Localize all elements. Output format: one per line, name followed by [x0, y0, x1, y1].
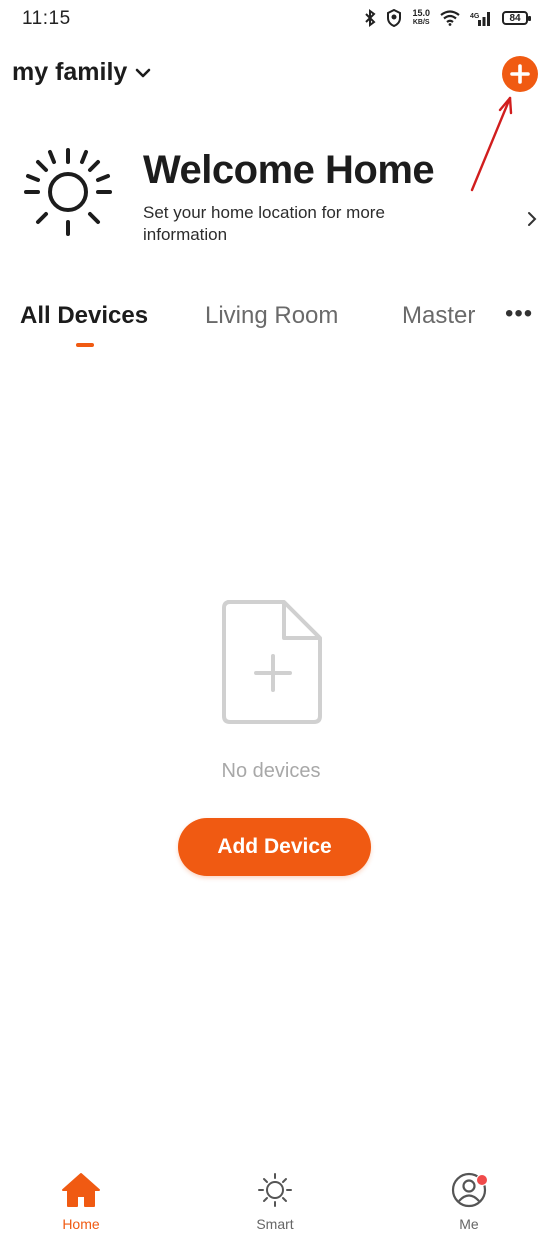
tab-living-room[interactable]: Living Room — [205, 302, 338, 330]
tabs-more-button[interactable]: ••• — [505, 300, 533, 328]
nav-me[interactable]: Me — [424, 1172, 514, 1232]
cellular-signal-icon: 4G — [470, 12, 490, 26]
welcome-subtitle[interactable]: Set your home location for more informat… — [143, 202, 473, 246]
svg-text:4G: 4G — [470, 13, 480, 20]
tab-active-indicator — [76, 343, 94, 347]
add-button[interactable] — [502, 56, 538, 92]
nav-smart[interactable]: Smart — [230, 1172, 320, 1232]
document-plus-icon — [222, 600, 322, 724]
sun-icon — [24, 148, 112, 236]
plus-icon — [510, 64, 530, 84]
notification-badge — [476, 1174, 488, 1186]
battery-indicator: 84 — [502, 11, 531, 25]
annotation-arrow — [470, 96, 513, 192]
location-shield-icon — [387, 9, 402, 27]
tab-master[interactable]: Master — [402, 302, 475, 330]
status-icons: 15.0 KB/S 4G 84 — [364, 9, 531, 27]
chevron-down-icon — [136, 68, 151, 77]
chevron-right-icon[interactable] — [526, 210, 538, 228]
network-speed: 15.0 KB/S — [412, 9, 430, 27]
nav-smart-label: Smart — [256, 1216, 294, 1232]
family-selector[interactable]: my family — [12, 58, 151, 87]
empty-state-message: No devices — [221, 760, 321, 782]
sun-outline-icon — [258, 1173, 292, 1207]
tab-all-devices[interactable]: All Devices — [20, 302, 148, 330]
welcome-title: Welcome Home — [143, 148, 435, 192]
net-speed-unit: KB/S — [412, 19, 430, 26]
family-label: my family — [12, 58, 128, 86]
add-device-button[interactable]: Add Device — [178, 818, 371, 876]
status-time: 11:15 — [22, 8, 71, 29]
wifi-icon — [440, 10, 460, 26]
net-speed-value: 15.0 — [412, 8, 430, 18]
house-icon — [62, 1173, 100, 1207]
nav-home-label: Home — [62, 1216, 100, 1232]
bluetooth-icon — [365, 9, 376, 27]
nav-me-label: Me — [459, 1216, 479, 1232]
nav-home[interactable]: Home — [36, 1172, 126, 1232]
